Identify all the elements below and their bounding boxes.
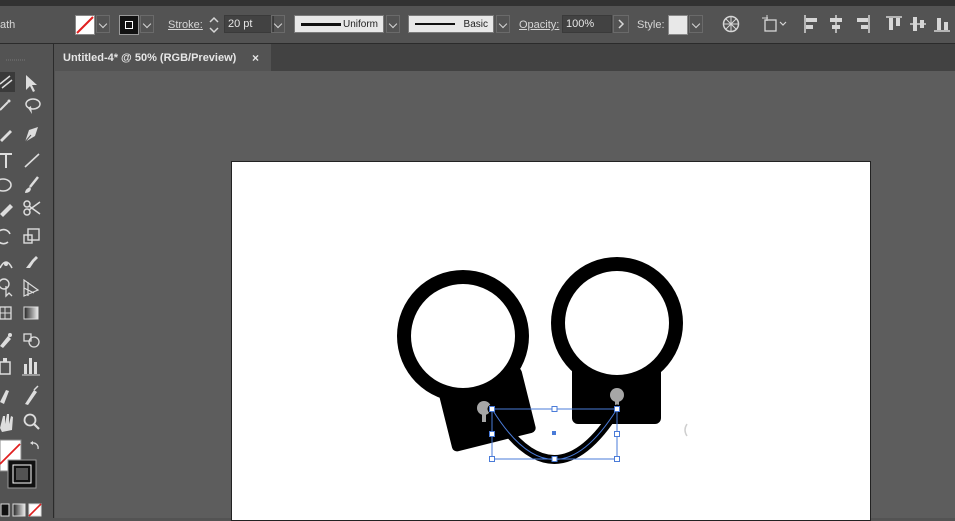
handle-bottom-left[interactable]: [489, 456, 495, 462]
left-cuff-opening: [411, 284, 515, 388]
handle-middle-left[interactable]: [489, 431, 495, 437]
handle-top-center[interactable]: [551, 406, 558, 412]
center-point: [552, 431, 556, 435]
handle-bottom-right[interactable]: [614, 456, 620, 462]
handle-middle-right[interactable]: [614, 431, 620, 437]
handle-bottom-center[interactable]: [551, 456, 558, 462]
handle-top-left[interactable]: [489, 406, 495, 412]
handle-top-right[interactable]: [614, 406, 620, 412]
path-fragment: [684, 423, 688, 437]
right-cuff-opening: [565, 271, 669, 375]
artwork-layer: [397, 257, 688, 464]
